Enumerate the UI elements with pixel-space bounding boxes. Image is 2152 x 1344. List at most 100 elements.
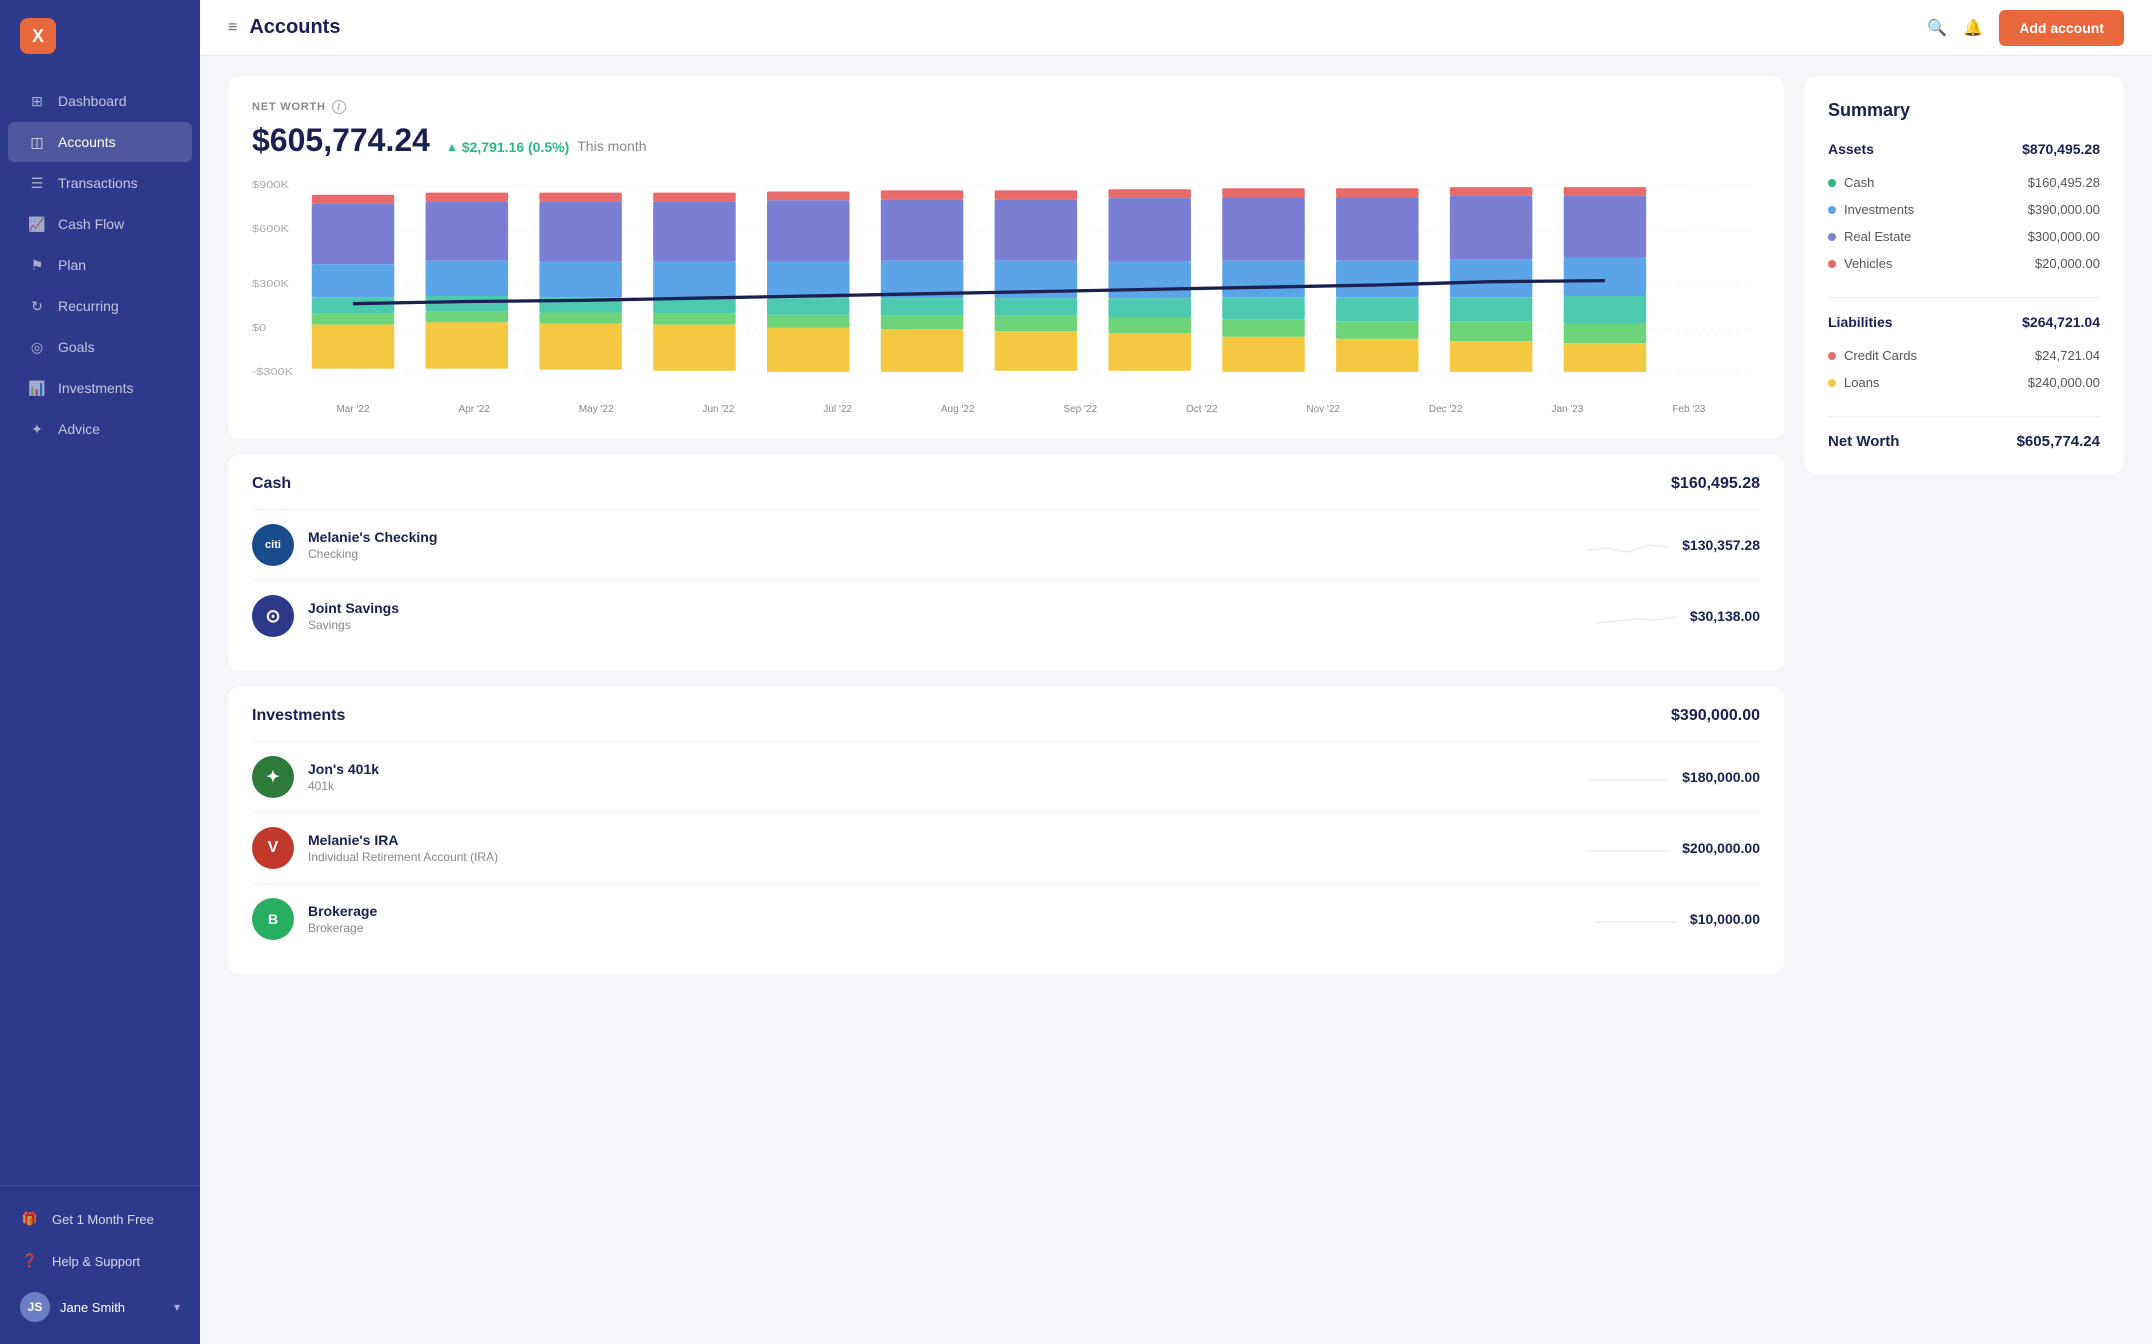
net-worth-value: $605,774.24: [252, 122, 430, 159]
account-balance: $30,138.00: [1690, 608, 1760, 624]
sidebar-item-goals[interactable]: ◎ Goals: [8, 327, 192, 367]
summary-row: Investments $390,000.00: [1828, 196, 2100, 223]
table-row[interactable]: B Brokerage Brokerage $10,000.00: [252, 883, 1760, 954]
summary-row-value: $390,000.00: [2028, 202, 2100, 217]
support-label: Help & Support: [52, 1254, 140, 1269]
chart-label-sep: Sep '22: [1063, 404, 1097, 415]
help-icon: ❓: [20, 1251, 40, 1271]
net-worth-chart: $900K $600K $300K $0 -$300K: [252, 175, 1760, 395]
recurring-icon: ↻: [28, 297, 46, 315]
chart-label-apr: Apr '22: [458, 404, 489, 415]
sidebar-item-label: Plan: [58, 257, 86, 273]
chart-label-dec: Dec '22: [1429, 404, 1463, 415]
table-row[interactable]: ⊙ Joint Savings Savings $30,138.00: [252, 580, 1760, 651]
cash-dot: [1828, 179, 1836, 187]
account-type: Individual Retirement Account (IRA): [308, 850, 1574, 864]
svg-text:-$300K: -$300K: [252, 367, 294, 377]
summary-row-label: Credit Cards: [1844, 348, 2027, 363]
summary-row-label: Cash: [1844, 175, 2020, 190]
topbar-right: 🔍 🔔 Add account: [1927, 10, 2124, 46]
change-period: This month: [577, 138, 646, 154]
sidebar-item-investments[interactable]: 📊 Investments: [8, 368, 192, 408]
chart-label-oct: Oct '22: [1186, 404, 1217, 415]
liabilities-section: Liabilities $264,721.04 Credit Cards $24…: [1828, 314, 2100, 396]
sidebar-item-label: Recurring: [58, 298, 119, 314]
promo-label: Get 1 Month Free: [52, 1212, 154, 1227]
summary-divider: [1828, 297, 2100, 298]
content-area: NET WORTH i $605,774.24 ▲ $2,791.16 (0.5…: [200, 56, 2152, 1344]
bell-icon[interactable]: 🔔: [1963, 18, 1983, 38]
investments-dot: [1828, 206, 1836, 214]
transactions-icon: ☰: [28, 174, 46, 192]
summary-row-label: Investments: [1844, 202, 2020, 217]
net-worth-change: ▲ $2,791.16 (0.5%): [446, 139, 569, 155]
assets-label: Assets: [1828, 141, 1874, 157]
liabilities-total: $264,721.04: [2022, 314, 2100, 330]
chart-label-mar: Mar '22: [336, 404, 369, 415]
account-type: Savings: [308, 618, 1582, 632]
vehicles-dot: [1828, 260, 1836, 268]
accounts-icon: ◫: [28, 133, 46, 151]
sparkline-chart: [1588, 833, 1668, 863]
svg-text:$600K: $600K: [252, 224, 289, 234]
net-worth-summary-row: $605,774.24 ▲ $2,791.16 (0.5%) This mont…: [252, 122, 1760, 159]
chart-label-aug: Aug '22: [941, 404, 975, 415]
sparkline-chart: [1588, 530, 1668, 560]
sidebar-item-advice[interactable]: ✦ Advice: [8, 409, 192, 449]
svg-text:$300K: $300K: [252, 279, 289, 289]
gift-icon: 🎁: [20, 1209, 40, 1229]
investments-section-total: $390,000.00: [1671, 707, 1760, 725]
account-name: Jon's 401k: [308, 761, 1574, 777]
sidebar-item-label: Dashboard: [58, 93, 127, 109]
page-title: Accounts: [249, 16, 340, 39]
summary-row: Cash $160,495.28: [1828, 169, 2100, 196]
cash-section: Cash $160,495.28 citi Melanie's Checking…: [228, 455, 1784, 671]
citi-logo: citi: [252, 524, 294, 566]
summary-row: Vehicles $20,000.00: [1828, 250, 2100, 277]
sidebar-item-dashboard[interactable]: ⊞ Dashboard: [8, 81, 192, 121]
table-row[interactable]: ✦ Jon's 401k 401k $180,000.00: [252, 741, 1760, 812]
summary-net-worth-row: Net Worth $605,774.24: [1828, 433, 2100, 450]
support-item[interactable]: ❓ Help & Support: [0, 1240, 200, 1282]
summary-row-label: Vehicles: [1844, 256, 2027, 271]
credit-cards-dot: [1828, 352, 1836, 360]
table-row[interactable]: citi Melanie's Checking Checking $130,35…: [252, 509, 1760, 580]
sparkline-chart: [1596, 904, 1676, 934]
menu-icon[interactable]: ≡: [228, 19, 237, 37]
content-left: NET WORTH i $605,774.24 ▲ $2,791.16 (0.5…: [228, 76, 1784, 1324]
user-profile[interactable]: JS Jane Smith ▾: [0, 1282, 200, 1332]
promo-item[interactable]: 🎁 Get 1 Month Free: [0, 1198, 200, 1240]
sidebar-item-cashflow[interactable]: 📈 Cash Flow: [8, 204, 192, 244]
sidebar-item-plan[interactable]: ⚑ Plan: [8, 245, 192, 285]
add-account-button[interactable]: Add account: [1999, 10, 2124, 46]
chart-label-feb23: Feb '23: [1672, 404, 1705, 415]
sidebar-item-label: Accounts: [58, 134, 116, 150]
account-name: Melanie's IRA: [308, 832, 1574, 848]
sidebar-item-transactions[interactable]: ☰ Transactions: [8, 163, 192, 203]
brokerage-logo: B: [252, 898, 294, 940]
investments-icon: 📊: [28, 379, 46, 397]
account-info: Jon's 401k 401k: [308, 761, 1574, 793]
net-worth-value-summary: $605,774.24: [2017, 433, 2100, 450]
summary-row: Credit Cards $24,721.04: [1828, 342, 2100, 369]
svg-text:$0: $0: [252, 323, 266, 333]
sidebar-item-accounts[interactable]: ◫ Accounts: [8, 122, 192, 162]
main-content: ≡ Accounts 🔍 🔔 Add account NET WORTH i $…: [200, 0, 2152, 1344]
sidebar-item-recurring[interactable]: ↻ Recurring: [8, 286, 192, 326]
net-worth-card: NET WORTH i $605,774.24 ▲ $2,791.16 (0.5…: [228, 76, 1784, 439]
summary-row-value: $160,495.28: [2028, 175, 2100, 190]
sidebar-nav: ⊞ Dashboard ◫ Accounts ☰ Transactions 📈 …: [0, 72, 200, 1185]
search-icon[interactable]: 🔍: [1927, 18, 1947, 38]
table-row[interactable]: V Melanie's IRA Individual Retirement Ac…: [252, 812, 1760, 883]
user-name: Jane Smith: [60, 1300, 164, 1315]
summary-row: Loans $240,000.00: [1828, 369, 2100, 396]
account-name: Brokerage: [308, 903, 1582, 919]
summary-title: Summary: [1828, 100, 2100, 121]
account-type: Brokerage: [308, 921, 1582, 935]
joint-savings-logo: ⊙: [252, 595, 294, 637]
account-balance: $10,000.00: [1690, 911, 1760, 927]
liabilities-header: Liabilities $264,721.04: [1828, 314, 2100, 330]
investments-section-header: Investments $390,000.00: [252, 707, 1760, 725]
sidebar: X ⊞ Dashboard ◫ Accounts ☰ Transactions …: [0, 0, 200, 1344]
chart-label-may: May '22: [579, 404, 614, 415]
